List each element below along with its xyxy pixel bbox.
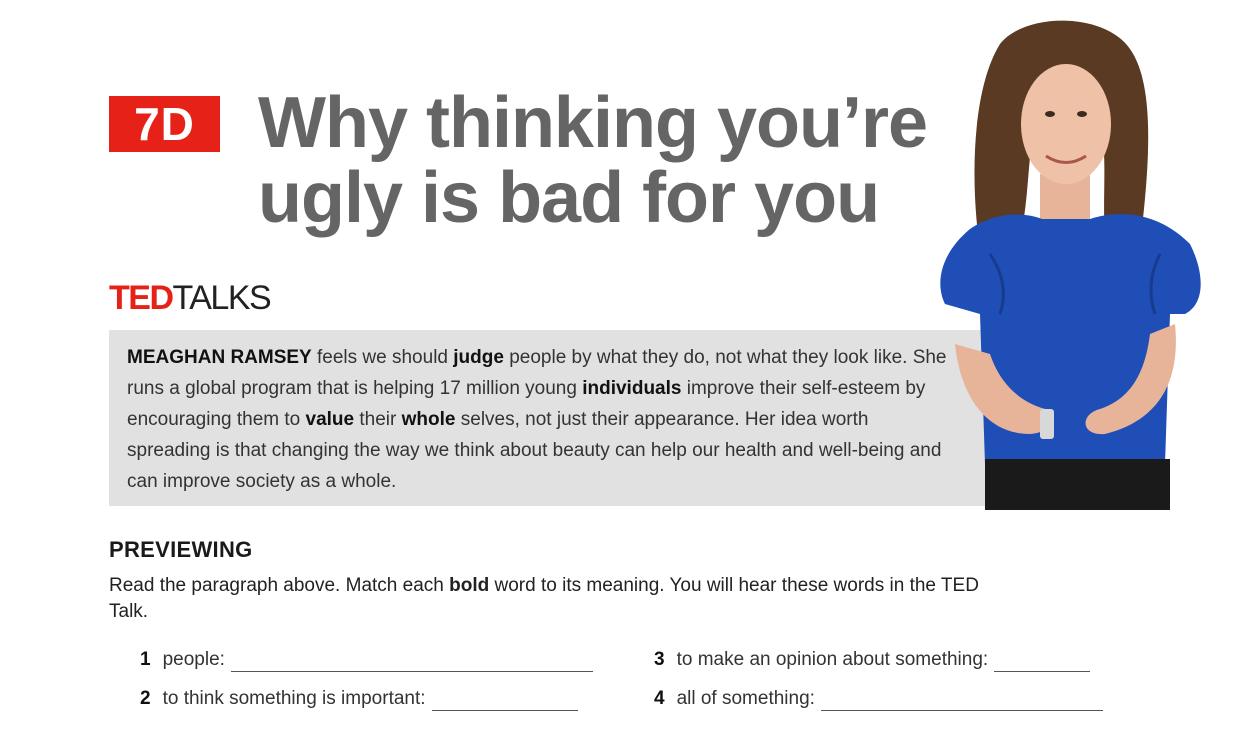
bold-word: individuals [582, 378, 682, 399]
item-number: 3 [654, 649, 665, 670]
talks-logo-word: TALKS [172, 279, 272, 317]
exercise-item-2: 2 to think something is important: [140, 687, 578, 711]
speaker-photo [940, 20, 1201, 510]
item-prompt: to think something is important: [162, 688, 426, 709]
title-line-2: ugly is bad for you [258, 158, 880, 238]
item-prompt: all of something: [676, 688, 815, 709]
intro-paragraph: MEAGHAN RAMSEY feels we should judge peo… [127, 342, 947, 497]
ted-talks-logo: TEDTALKS [109, 279, 272, 317]
bold-word: bold [449, 575, 490, 596]
item-prompt: to make an opinion about something: [676, 649, 989, 670]
item-number: 1 [140, 649, 151, 670]
answer-blank[interactable] [431, 691, 578, 711]
bold-word: value [305, 409, 355, 430]
speaker-face [1021, 64, 1111, 184]
bold-word: judge [453, 347, 504, 368]
text-run: Read the paragraph above. Match each [109, 575, 450, 596]
previewing-heading: PREVIEWING [109, 537, 253, 562]
bold-word: whole [401, 409, 456, 430]
ted-logo-word: TED [109, 279, 174, 317]
bold-word: MEAGHAN RAMSEY [127, 347, 312, 368]
answer-blank[interactable] [994, 652, 1091, 672]
text-run: their [354, 409, 402, 430]
item-prompt: people: [162, 649, 225, 670]
exercise-item-1: 1 people: [140, 648, 593, 672]
previewing-instructions: Read the paragraph above. Match each bol… [109, 573, 989, 625]
title-line-1: Why thinking you’re [258, 83, 928, 163]
speaker-pants [985, 459, 1170, 510]
exercise-item-3: 3 to make an opinion about something: [654, 648, 1091, 672]
answer-blank[interactable] [230, 652, 593, 672]
unit-badge: 7D [109, 96, 220, 152]
page-title: Why thinking you’re ugly is bad for you [258, 86, 938, 236]
exercise-item-4: 4 all of something: [654, 687, 1103, 711]
answer-blank[interactable] [820, 691, 1103, 711]
item-number: 2 [140, 688, 151, 709]
text-run: feels we should [311, 347, 454, 368]
item-number: 4 [654, 688, 665, 709]
